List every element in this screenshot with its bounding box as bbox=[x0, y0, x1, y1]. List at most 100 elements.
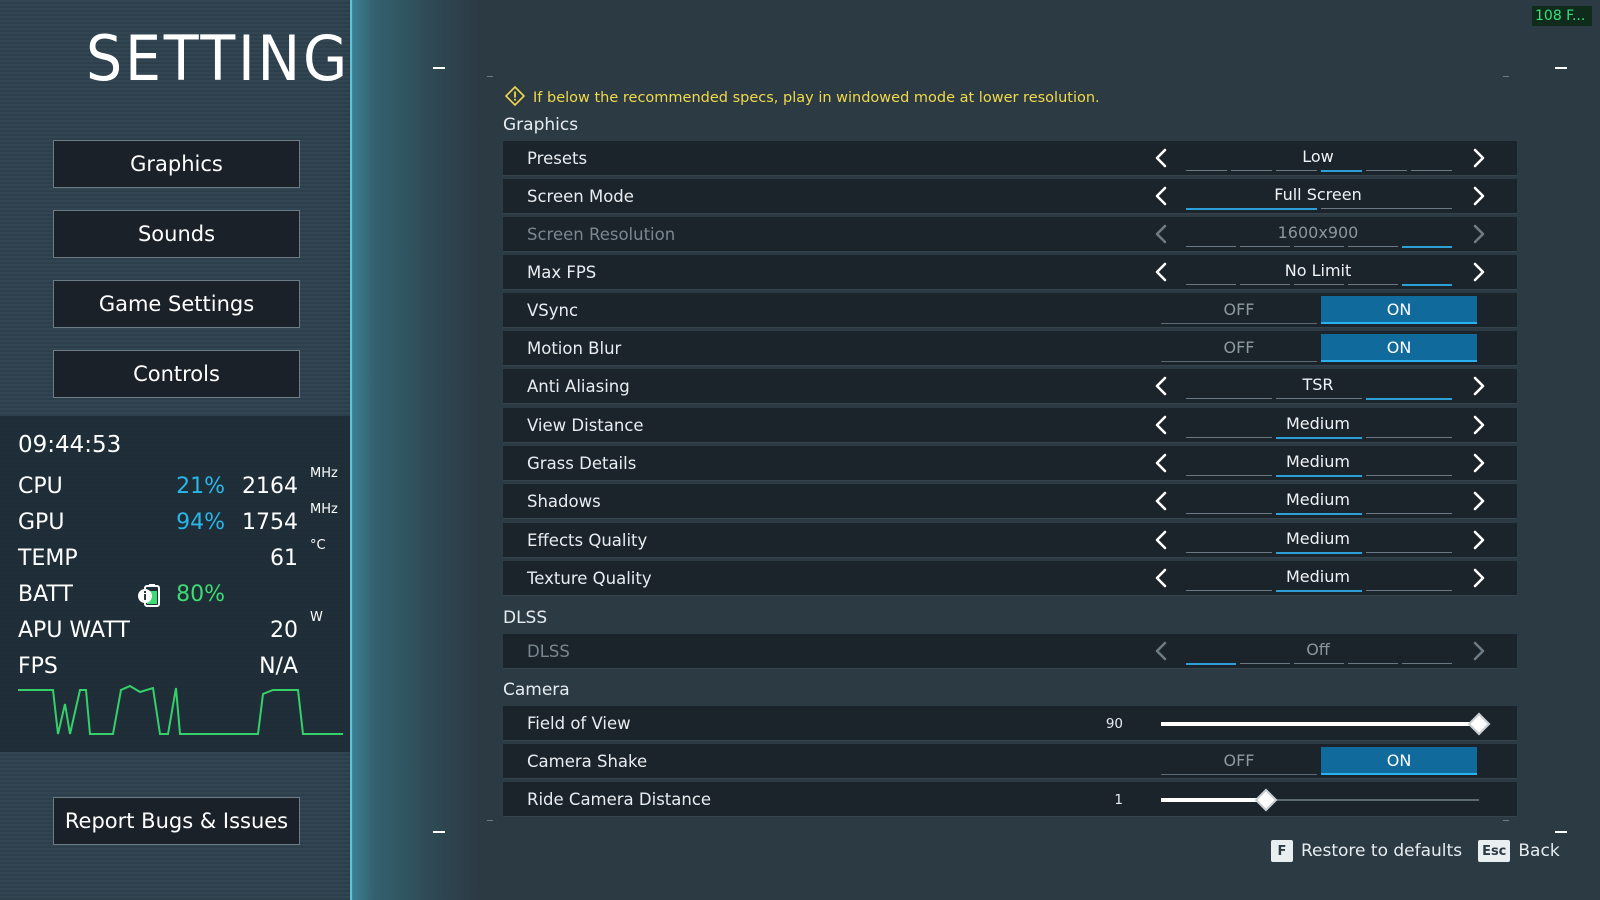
chevron-left-icon[interactable] bbox=[1151, 414, 1173, 436]
option-segment bbox=[1321, 170, 1362, 172]
setting-value: No Limit bbox=[1284, 261, 1352, 280]
restore-defaults-button[interactable]: F Restore to defaults bbox=[1271, 840, 1462, 862]
overlay-fps-row: FPS N/A bbox=[18, 654, 343, 686]
setting-label: Presets bbox=[527, 149, 588, 168]
slider-handle[interactable] bbox=[1467, 712, 1491, 736]
setting-row-texture-quality[interactable]: Texture Quality Medium bbox=[503, 561, 1517, 596]
chevron-left-icon[interactable] bbox=[1151, 147, 1173, 169]
slider-track[interactable] bbox=[1161, 712, 1491, 736]
report-bugs-button[interactable]: Report Bugs & Issues bbox=[53, 797, 300, 845]
chevron-left-icon[interactable] bbox=[1151, 185, 1173, 207]
fps-graph bbox=[18, 684, 343, 735]
setting-value: 1600x900 bbox=[1277, 223, 1359, 242]
setting-row-camera-shake[interactable]: Camera Shake OFF ON bbox=[503, 744, 1517, 779]
chevron-right-icon[interactable] bbox=[1467, 375, 1489, 397]
option-segment bbox=[1231, 170, 1272, 171]
chevron-right-icon[interactable] bbox=[1467, 567, 1489, 589]
setting-row-anti-aliasing[interactable]: Anti Aliasing TSR bbox=[503, 369, 1517, 404]
nav-game-settings-button[interactable]: Game Settings bbox=[53, 280, 300, 328]
overlay-apu-row: APU WATT 20 W bbox=[18, 610, 343, 650]
chevron-right-icon[interactable] bbox=[1467, 414, 1489, 436]
setting-row-view-distance[interactable]: View Distance Medium bbox=[503, 408, 1517, 443]
option-indicator bbox=[1186, 170, 1452, 172]
option-segment bbox=[1348, 246, 1398, 247]
chevron-right-icon[interactable] bbox=[1467, 147, 1489, 169]
option-segment bbox=[1276, 437, 1362, 439]
warning-text: If below the recommended specs, play in … bbox=[533, 90, 1100, 106]
overlay-temp-unit: °C bbox=[310, 538, 326, 553]
chevron-left-icon[interactable] bbox=[1151, 452, 1173, 474]
setting-label: Grass Details bbox=[527, 454, 637, 473]
chevron-left-icon bbox=[1151, 640, 1173, 662]
overlay-cpu-pct: 21% bbox=[176, 474, 225, 499]
setting-label: Screen Mode bbox=[527, 187, 634, 206]
key-esc-icon: Esc bbox=[1478, 840, 1511, 862]
setting-row-motion-blur[interactable]: Motion Blur OFF ON bbox=[503, 331, 1517, 366]
overlay-apu-label: APU WATT bbox=[18, 618, 130, 643]
chevron-right-icon[interactable] bbox=[1467, 529, 1489, 551]
option-segment bbox=[1186, 663, 1236, 665]
overlay-temp-label: TEMP bbox=[18, 546, 78, 571]
back-button[interactable]: Esc Back bbox=[1478, 840, 1560, 862]
setting-label: Anti Aliasing bbox=[527, 377, 630, 396]
chevron-right-icon[interactable] bbox=[1467, 452, 1489, 474]
nav-controls-button[interactable]: Controls bbox=[53, 350, 300, 398]
setting-row-grass-details[interactable]: Grass Details Medium bbox=[503, 446, 1517, 481]
toggle-on-option[interactable]: ON bbox=[1321, 334, 1477, 362]
option-indicator bbox=[1186, 475, 1452, 477]
option-segment bbox=[1240, 663, 1290, 664]
setting-row-fov[interactable]: Field of View 90 bbox=[503, 706, 1517, 741]
setting-row-max-fps[interactable]: Max FPS No Limit bbox=[503, 255, 1517, 290]
slider-handle[interactable] bbox=[1254, 788, 1278, 812]
section-dlss-title: DLSS bbox=[503, 608, 548, 628]
chevron-left-icon[interactable] bbox=[1151, 567, 1173, 589]
slider-fill bbox=[1161, 722, 1479, 726]
chevron-left-icon[interactable] bbox=[1151, 529, 1173, 551]
chevron-left-icon[interactable] bbox=[1151, 261, 1173, 283]
corner-mark bbox=[1555, 831, 1567, 833]
option-segment bbox=[1294, 246, 1344, 247]
toggle-on-option[interactable]: ON bbox=[1321, 296, 1477, 324]
option-segment bbox=[1411, 170, 1452, 171]
setting-value: Off bbox=[1306, 640, 1330, 659]
setting-row-ride-camera-distance[interactable]: Ride Camera Distance 1 bbox=[503, 782, 1517, 817]
toggle-off-option[interactable]: OFF bbox=[1161, 334, 1317, 362]
overlay-clock: 09:44:53 bbox=[18, 432, 122, 458]
option-indicator bbox=[1186, 663, 1452, 665]
option-segment bbox=[1402, 663, 1452, 664]
setting-row-vsync[interactable]: VSync OFF ON bbox=[503, 293, 1517, 328]
chevron-left-icon[interactable] bbox=[1151, 490, 1173, 512]
page-title: SETTINGS bbox=[86, 22, 389, 95]
option-segment bbox=[1321, 208, 1452, 209]
nav-sounds-button[interactable]: Sounds bbox=[53, 210, 300, 258]
overlay-temp-row: TEMP 61 °C bbox=[18, 538, 343, 578]
setting-label: Ride Camera Distance bbox=[527, 790, 712, 809]
option-indicator bbox=[1186, 513, 1452, 515]
option-segment bbox=[1294, 663, 1344, 664]
overlay-cpu-label: CPU bbox=[18, 474, 63, 499]
toggle-on-option[interactable]: ON bbox=[1321, 747, 1477, 775]
restore-defaults-label: Restore to defaults bbox=[1301, 841, 1463, 861]
toggle-off-option[interactable]: OFF bbox=[1161, 747, 1317, 775]
chevron-right-icon[interactable] bbox=[1467, 185, 1489, 207]
slider-track[interactable] bbox=[1161, 788, 1479, 812]
corner-mark bbox=[433, 831, 445, 833]
toggle-off-option[interactable]: OFF bbox=[1161, 296, 1317, 324]
nav-graphics-button[interactable]: Graphics bbox=[53, 140, 300, 188]
chevron-right-icon[interactable] bbox=[1467, 261, 1489, 283]
chevron-right-icon bbox=[1467, 223, 1489, 245]
setting-row-shadows[interactable]: Shadows Medium bbox=[503, 484, 1517, 519]
setting-label: Motion Blur bbox=[527, 339, 622, 358]
setting-row-presets[interactable]: Presets Low bbox=[503, 141, 1517, 176]
option-segment bbox=[1186, 475, 1272, 476]
setting-row-screen-mode[interactable]: Screen Mode Full Screen bbox=[503, 179, 1517, 214]
option-segment bbox=[1276, 170, 1317, 171]
setting-label: View Distance bbox=[527, 416, 644, 435]
chevron-left-icon[interactable] bbox=[1151, 375, 1173, 397]
setting-label: DLSS bbox=[527, 642, 570, 661]
warning-diamond-icon bbox=[504, 85, 526, 110]
battery-icon bbox=[136, 584, 164, 614]
section-camera-title: Camera bbox=[503, 680, 570, 700]
chevron-right-icon[interactable] bbox=[1467, 490, 1489, 512]
setting-row-effects-quality[interactable]: Effects Quality Medium bbox=[503, 523, 1517, 558]
